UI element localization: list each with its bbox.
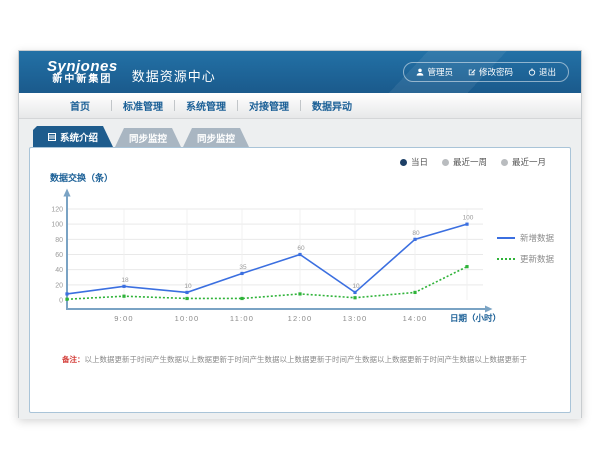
content-area: 系统介绍 同步监控 同步监控 当日 最近一周 最近一月 数据交 — [19, 119, 581, 419]
svg-text:40: 40 — [55, 267, 63, 274]
legend-label: 更新数据 — [520, 253, 554, 265]
user-icon — [416, 68, 424, 76]
chart-legend: 新增数据 更新数据 — [497, 232, 554, 265]
exchange-line-chart: 0 20 40 60 80 100 120 9:00 10:00 11:00 12:00 13:00 1… — [38, 186, 508, 334]
nav-item-system-mgmt[interactable]: 系统管理 — [175, 98, 237, 113]
svg-text:60: 60 — [55, 252, 63, 259]
change-password-label: 修改密码 — [479, 66, 513, 78]
svg-text:11:00: 11:00 — [230, 314, 254, 323]
nav-item-data-change[interactable]: 数据异动 — [301, 98, 363, 113]
svg-text:80: 80 — [55, 237, 63, 244]
radio-unselected-icon — [501, 159, 508, 166]
tab-sync-monitor-2[interactable]: 同步监控 — [183, 128, 249, 147]
change-password-button[interactable]: 修改密码 — [468, 66, 513, 78]
time-range-group: 当日 最近一周 最近一月 — [400, 156, 546, 168]
svg-text:60: 60 — [297, 245, 305, 252]
nav-item-interface-mgmt[interactable]: 对接管理 — [238, 98, 300, 113]
company-name: 新中新集团 — [47, 75, 118, 86]
svg-text:18: 18 — [121, 277, 129, 284]
chart-x-axis-title: 日期（小时） — [450, 312, 501, 324]
footnote: 备注：以上数据更新于时间产生数据以上数据更新于时间产生数据以上数据更新于时间产生… — [62, 354, 562, 365]
document-grid-icon — [48, 133, 56, 141]
range-today-label: 当日 — [411, 156, 428, 168]
svg-text:10:00: 10:00 — [175, 314, 200, 323]
svg-text:100: 100 — [51, 222, 63, 229]
range-option-last-week[interactable]: 最近一周 — [442, 156, 487, 168]
footnote-text: 以上数据更新于时间产生数据以上数据更新于时间产生数据以上数据更新于时间产生数据以… — [85, 355, 528, 364]
page-title: 数据资源中心 — [132, 66, 216, 85]
range-month-label: 最近一月 — [512, 156, 546, 168]
tab-bar: 系统介绍 同步监控 同步监控 — [33, 126, 249, 147]
tab-system-intro[interactable]: 系统介绍 — [33, 126, 113, 147]
company-logo: Synjones 新中新集团 — [47, 59, 118, 85]
admin-user-button[interactable]: 管理员 — [416, 66, 453, 78]
app-header: Synjones 新中新集团 数据资源中心 管理员 修改密码 退出 — [19, 51, 581, 93]
app-window: Synjones 新中新集团 数据资源中心 管理员 修改密码 退出 — [18, 50, 582, 418]
logout-icon — [528, 68, 536, 76]
range-option-today[interactable]: 当日 — [400, 156, 428, 168]
nav-item-standard-mgmt[interactable]: 标准管理 — [112, 98, 174, 113]
main-nav: 首页 标准管理 系统管理 对接管理 数据异动 — [19, 93, 581, 119]
range-option-last-month[interactable]: 最近一月 — [501, 156, 546, 168]
svg-text:12:00: 12:00 — [288, 314, 313, 323]
legend-item-update-data[interactable]: 更新数据 — [497, 253, 554, 265]
tab-sync-monitor-1[interactable]: 同步监控 — [115, 128, 181, 147]
radio-selected-icon — [400, 159, 407, 166]
nav-item-home[interactable]: 首页 — [49, 98, 111, 113]
svg-text:13:00: 13:00 — [343, 314, 368, 323]
footnote-label: 备注： — [62, 355, 85, 364]
edit-icon — [468, 68, 476, 76]
svg-text:20: 20 — [55, 282, 63, 289]
brand-name: Synjones — [47, 59, 118, 75]
svg-text:0: 0 — [59, 298, 63, 305]
svg-text:35: 35 — [239, 264, 247, 271]
tab-label: 系统介绍 — [60, 130, 98, 144]
legend-label: 新增数据 — [520, 232, 554, 244]
svg-text:80: 80 — [412, 230, 420, 237]
radio-unselected-icon — [442, 159, 449, 166]
solid-line-icon — [497, 237, 515, 239]
svg-text:10: 10 — [352, 283, 360, 290]
svg-text:9:00: 9:00 — [114, 314, 133, 323]
user-menu: 管理员 修改密码 退出 — [403, 62, 569, 82]
admin-user-label: 管理员 — [427, 66, 453, 78]
legend-item-new-data[interactable]: 新增数据 — [497, 232, 554, 244]
svg-text:10: 10 — [184, 283, 192, 290]
logout-button[interactable]: 退出 — [528, 66, 556, 78]
chart-panel: 当日 最近一周 最近一月 数据交换（条） 0 20 40 60 80 100 120 9:00… — [29, 147, 571, 413]
svg-text:14:00: 14:00 — [403, 314, 428, 323]
logout-label: 退出 — [539, 66, 556, 78]
svg-text:100: 100 — [463, 215, 474, 222]
svg-text:120: 120 — [51, 207, 63, 214]
range-week-label: 最近一周 — [453, 156, 487, 168]
chart-y-axis-title: 数据交换（条） — [50, 171, 113, 184]
dotted-line-icon — [497, 258, 515, 260]
